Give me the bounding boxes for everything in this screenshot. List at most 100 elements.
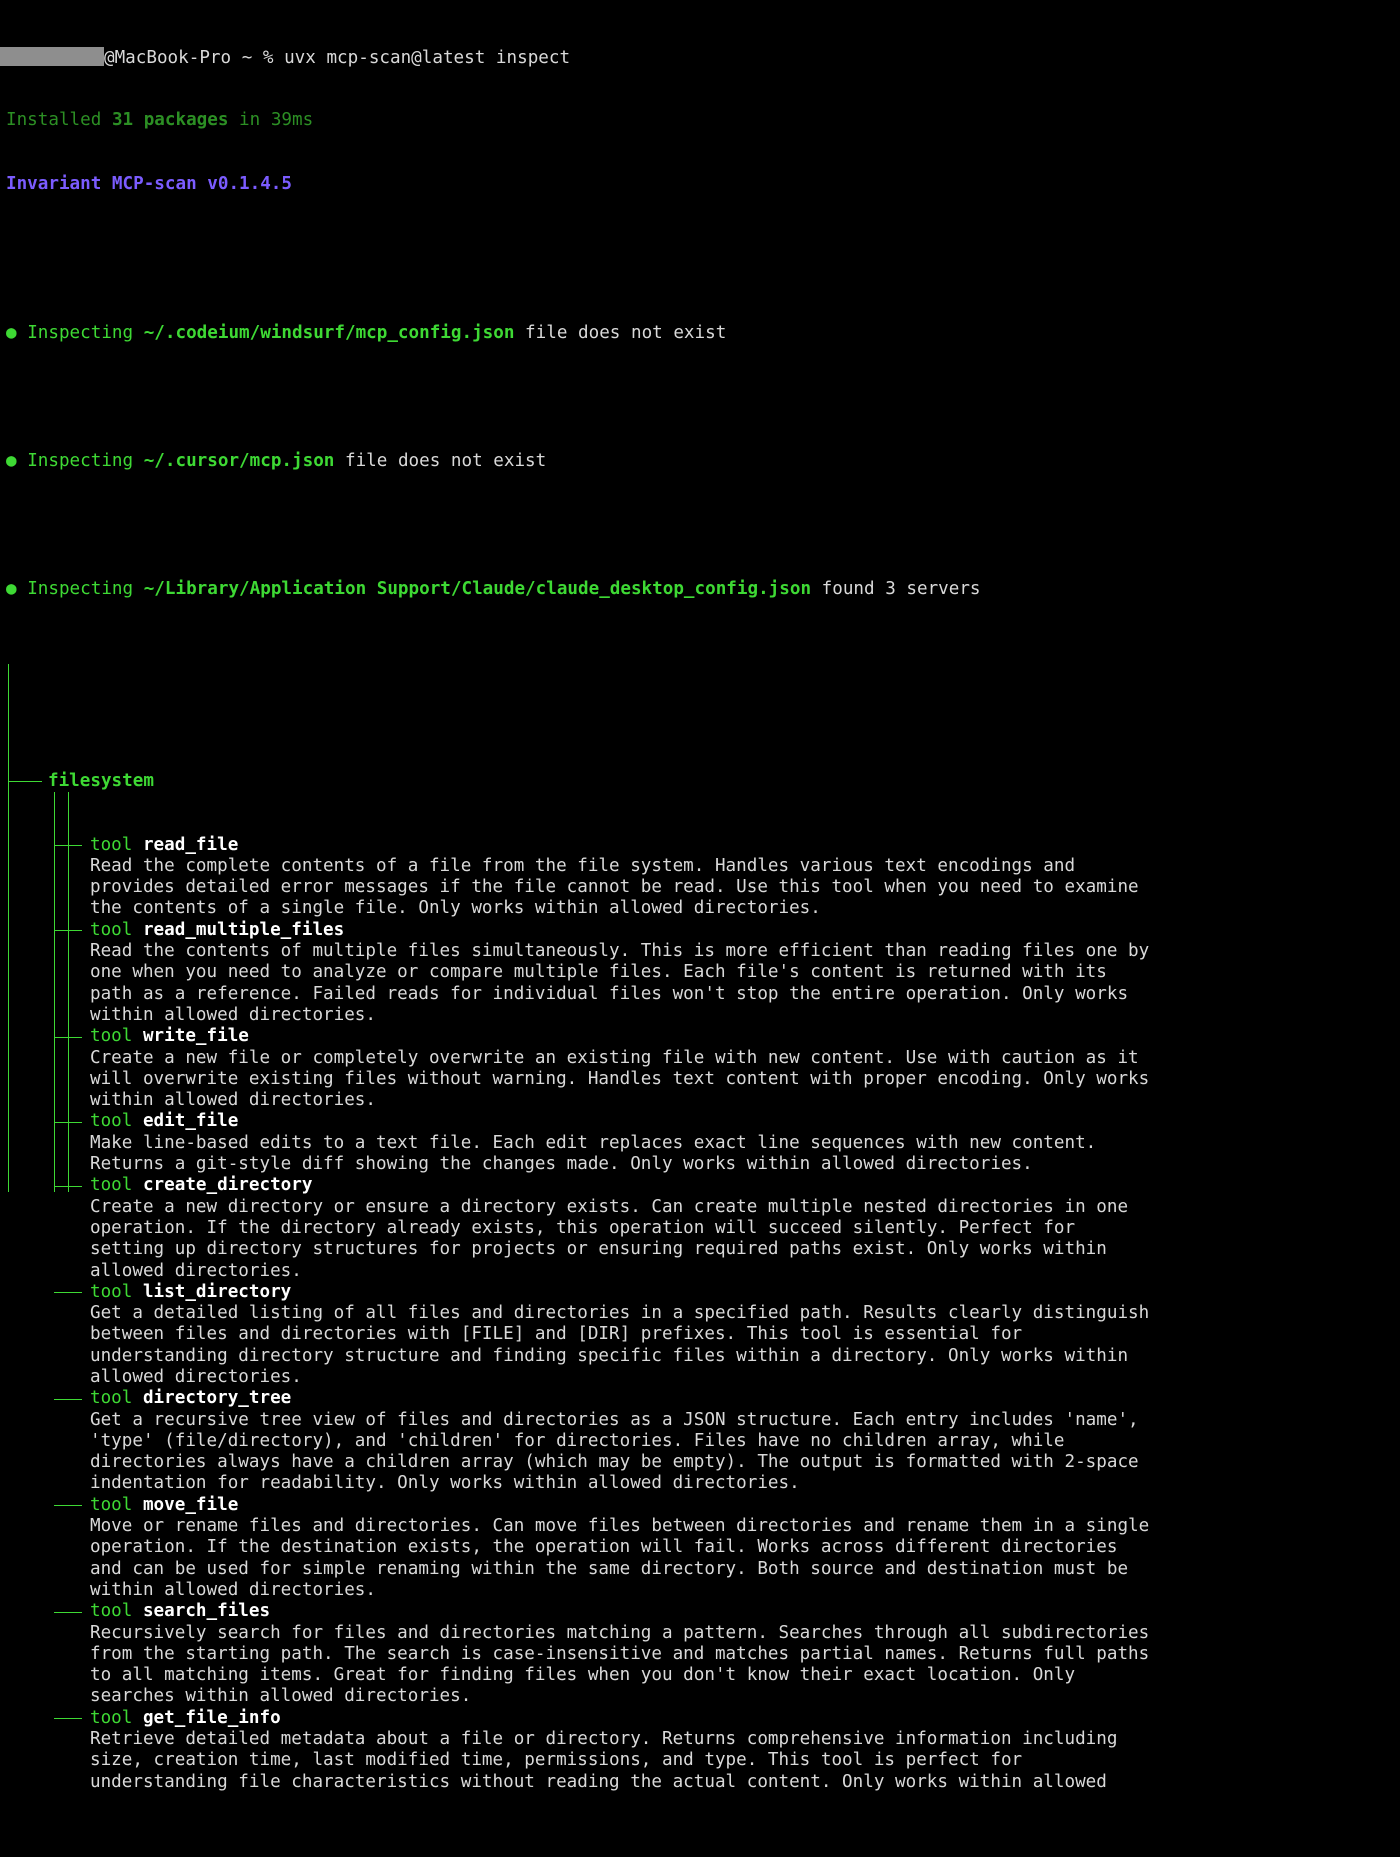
tool-entry: tool edit_file [6, 1111, 1396, 1132]
tool-name: directory_tree [142, 1388, 292, 1409]
tool-description-line: 'type' (file/directory), and 'children' … [90, 1430, 1065, 1451]
inspect-status: found 3 servers [821, 579, 981, 600]
config-path: ~/.codeium/windsurf/mcp_config.json [143, 323, 515, 344]
tool-description-line: Retrieve detailed metadata about a file … [90, 1729, 1118, 1750]
tree-branch-tool [54, 1611, 82, 1613]
tool-description-line: the contents of a single file. Only work… [90, 898, 821, 919]
tree-branch-server [8, 781, 42, 783]
server-tree: filesystem tool read_file Read the comple… [6, 664, 1396, 1835]
tree-rail-inner [54, 791, 55, 1192]
tool-description-line: searches within allowed directories. [90, 1686, 472, 1707]
config-path: ~/Library/Application Support/Claude/cla… [143, 579, 812, 600]
prompt-host: @MacBook-Pro ~ % [104, 47, 285, 68]
tool-name: create_directory [142, 1175, 313, 1196]
install-prefix: Installed [6, 110, 112, 131]
bullet-icon: ● [6, 323, 17, 344]
tool-description-line: Get a recursive tree view of files and d… [90, 1409, 1139, 1430]
tool-description-line: allowed directories. [90, 1367, 302, 1387]
tool-description-line: Create a new file or completely overwrit… [90, 1047, 1139, 1068]
tool-description-line: setting up directory structures for proj… [90, 1239, 1107, 1260]
install-count: 31 packages [111, 110, 229, 131]
tool-description-line: within allowed directories. [90, 1579, 376, 1600]
inspect-status: file does not exist [525, 323, 727, 344]
tool-description-line: Get a detailed listing of all files and … [90, 1303, 1150, 1324]
redacted-username [0, 46, 104, 66]
tool-name: search_files [142, 1601, 271, 1622]
tool-description-line: Read the complete contents of a file fro… [90, 855, 1076, 876]
install-suffix: in 39ms [228, 110, 314, 131]
tool-entry: tool read_multiple_files [6, 920, 1396, 941]
server-line: filesystem [6, 771, 1396, 792]
install-line: Installed 31 packages in 39ms [6, 110, 1396, 131]
tool-description-line: Recursively search for files and directo… [90, 1622, 1150, 1643]
tool-keyword: tool [90, 1175, 133, 1196]
tool-description-line: Create a new directory or ensure a direc… [90, 1196, 1129, 1217]
tool-description-line: one when you need to analyze or compare … [90, 962, 1107, 983]
tool-description-line: and can be used for simple renaming with… [90, 1558, 1129, 1579]
tree-branch-tool [54, 1505, 82, 1507]
tool-name: write_file [142, 1026, 249, 1047]
tool-description-line: understanding file characteristics witho… [90, 1771, 1107, 1792]
tool-description-line: Move or rename files and directories. Ca… [90, 1516, 1150, 1537]
tree-branch-tool [54, 1292, 82, 1294]
tool-keyword: tool [90, 919, 133, 940]
tool-description-line: Read the contents of multiple files simu… [90, 941, 1150, 962]
config-path: ~/.cursor/mcp.json [143, 451, 335, 472]
tool-description-line: will overwrite existing files without wa… [90, 1068, 1150, 1089]
tool-description-line: from the starting path. The search is ca… [90, 1643, 1150, 1664]
tool-description-line: Returns a git-style diff showing the cha… [90, 1154, 1033, 1175]
tool-list: tool read_file Read the complete contents… [6, 835, 1396, 1793]
server-name: filesystem [48, 770, 154, 791]
inspect-line: ● Inspecting ~/.cursor/mcp.json file doe… [6, 451, 1396, 472]
tool-description-line: directories always have a children array… [90, 1452, 1139, 1473]
version-line: Invariant MCP-scan v0.1.4.5 [6, 174, 1396, 195]
tool-name: read_file [142, 834, 239, 855]
tool-description-line: size, creation time, last modified time,… [90, 1750, 1023, 1771]
terminal-output: @MacBook-Pro ~ % uvx mcp-scan@latest ins… [0, 4, 1396, 1857]
tool-description-line: within allowed directories. [90, 1004, 376, 1025]
inspect-line: ● Inspecting ~/.codeium/windsurf/mcp_con… [6, 323, 1396, 344]
tool-description-line: within allowed directories. [90, 1090, 376, 1111]
tree-branch-tool [54, 1718, 82, 1720]
tool-keyword: tool [90, 1388, 133, 1409]
tool-keyword: tool [90, 834, 133, 855]
tool-entry: tool directory_tree [6, 1388, 1396, 1409]
bullet-icon: ● [6, 451, 17, 472]
version-text: Invariant MCP-scan v0.1.4.5 [6, 174, 292, 195]
inspect-status: file does not exist [344, 451, 547, 472]
tool-keyword: tool [90, 1707, 133, 1728]
inspect-line: ● Inspecting ~/Library/Application Suppo… [6, 579, 1396, 600]
tool-keyword: tool [90, 1111, 133, 1132]
tool-description-line: understanding directory structure and fi… [90, 1345, 1129, 1366]
tool-name: read_multiple_files [142, 919, 345, 940]
tree-branch-tool [54, 1398, 82, 1400]
tool-description-line: provides detailed error messages if the … [90, 877, 1139, 898]
tool-name: move_file [142, 1494, 239, 1515]
tool-name: list_directory [142, 1281, 292, 1302]
tool-description-line: indentation for readability. Only works … [90, 1473, 800, 1494]
tool-name: get_file_info [142, 1707, 281, 1728]
tool-description-line: allowed directories. [90, 1260, 302, 1281]
tool-entry: tool move_file [6, 1495, 1396, 1516]
bullet-icon: ● [6, 579, 17, 600]
inspect-label: Inspecting [27, 451, 134, 472]
tool-keyword: tool [90, 1601, 133, 1622]
tool-entry: tool list_directory [6, 1282, 1396, 1303]
tool-entry: tool search_files [6, 1601, 1396, 1622]
tool-entry: tool create_directory [6, 1175, 1396, 1196]
inspect-label: Inspecting [27, 323, 134, 344]
inspect-label: Inspecting [27, 579, 134, 600]
tool-description-line: path as a reference. Failed reads for in… [90, 983, 1129, 1004]
tool-description-line: to all matching items. Great for finding… [90, 1665, 1076, 1686]
tool-description-line: between files and directories with [FILE… [90, 1324, 1023, 1345]
tool-entry: tool get_file_info [6, 1708, 1396, 1729]
tool-name: edit_file [142, 1111, 239, 1132]
tree-rail-desc [68, 791, 69, 1192]
tool-description-line: operation. If the destination exists, th… [90, 1537, 1118, 1558]
tool-entry: tool read_file [6, 835, 1396, 856]
tool-description-line: operation. If the directory already exis… [90, 1217, 1076, 1238]
